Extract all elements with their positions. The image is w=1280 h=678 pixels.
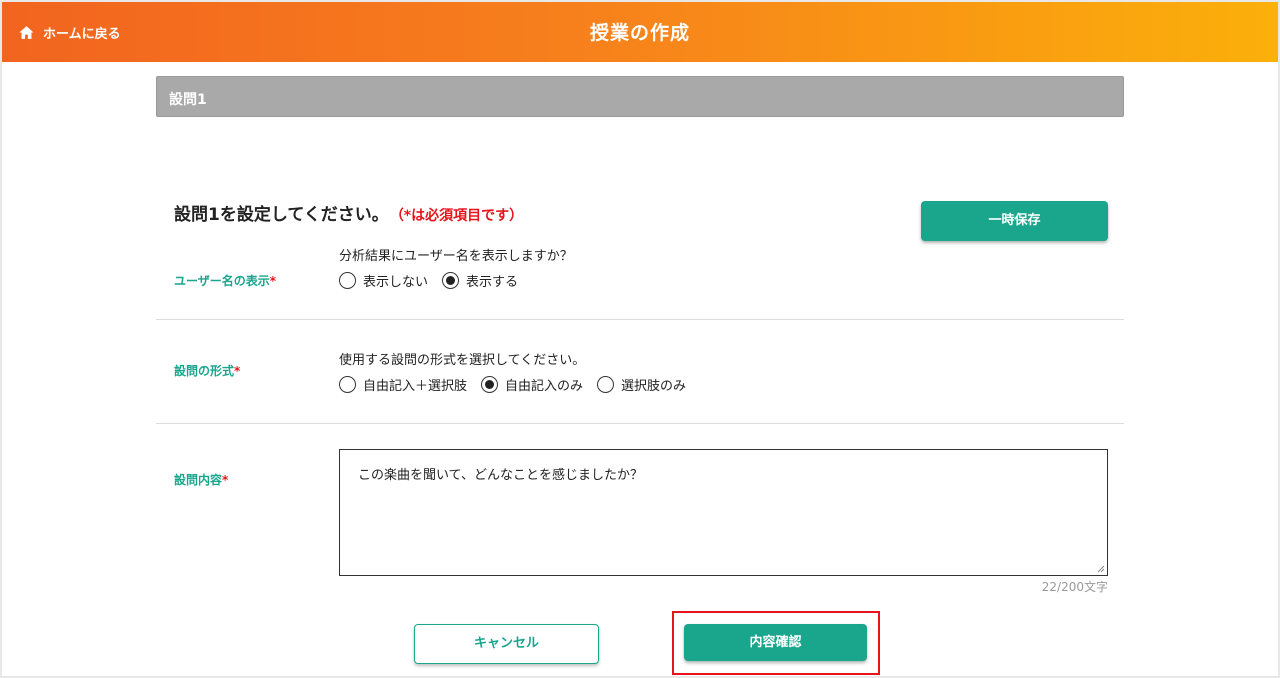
app-frame: ホームに戻る 授業の作成 設問1 設問1を設定してください。 （*は必須項目です）…: [2, 2, 1278, 676]
header-bar: ホームに戻る 授業の作成: [2, 2, 1278, 62]
question-format-question: 使用する設問の形式を選択してください。: [339, 353, 586, 368]
radio-circle-selected[interactable]: [442, 272, 460, 289]
required-asterisk: *: [234, 364, 241, 378]
required-note: （*は必須項目です）: [396, 208, 524, 224]
radio-circle[interactable]: [597, 376, 615, 393]
radio-label: 選択肢のみ: [621, 379, 687, 394]
question-content-label: 設問内容*: [174, 471, 228, 488]
page-title: 授業の作成: [589, 22, 690, 44]
question-format-radio-group: 自由記入＋選択肢 自由記入のみ 選択肢のみ: [339, 375, 700, 394]
save-draft-button[interactable]: 一時保存: [921, 201, 1108, 241]
question-format-label: 設問の形式*: [174, 362, 240, 379]
cancel-button[interactable]: キャンセル: [414, 624, 599, 664]
radio-hide-username[interactable]: 表示しない: [339, 271, 428, 290]
confirm-content-button[interactable]: 内容確認: [684, 624, 867, 661]
username-display-label-text: ユーザー名の表示: [174, 274, 270, 288]
divider: [156, 319, 1124, 320]
resize-handle-icon[interactable]: [1097, 565, 1105, 573]
radio-dot: [485, 380, 495, 389]
username-display-label: ユーザー名の表示*: [174, 272, 276, 289]
required-asterisk: *: [222, 473, 229, 487]
question-content-textarea[interactable]: この楽曲を聞いて、どんなことを感じましたか？: [339, 449, 1108, 576]
required-asterisk: *: [269, 274, 277, 288]
radio-circle-selected[interactable]: [481, 376, 499, 393]
character-counter: 22/200文字: [1041, 580, 1108, 594]
question-content-value: この楽曲を聞いて、どんなことを感じましたか？: [358, 468, 643, 483]
radio-show-username[interactable]: 表示する: [442, 271, 518, 290]
radio-label: 自由記入のみ: [505, 379, 584, 394]
username-display-question: 分析結果にユーザー名を表示しますか？: [339, 249, 573, 264]
instruction-text: 設問1を設定してください。 （*は必須項目です）: [174, 200, 523, 225]
radio-free-and-choice[interactable]: 自由記入＋選択肢: [339, 375, 467, 394]
instruction-main: 設問1を設定してください。: [174, 205, 389, 225]
question-format-label-text: 設問の形式: [174, 364, 235, 378]
radio-free-only[interactable]: 自由記入のみ: [481, 375, 583, 394]
username-display-radio-group: 表示しない 表示する: [339, 271, 532, 290]
radio-label: 表示する: [466, 275, 519, 290]
radio-label: 表示しない: [363, 275, 429, 290]
question-content-label-text: 設問内容: [174, 473, 223, 487]
radio-dot: [446, 276, 456, 285]
radio-circle[interactable]: [339, 272, 356, 289]
radio-choice-only[interactable]: 選択肢のみ: [597, 375, 686, 394]
radio-label: 自由記入＋選択肢: [363, 379, 468, 394]
divider: [156, 423, 1124, 424]
radio-circle[interactable]: [339, 376, 356, 393]
section-header: 設問1: [156, 76, 1124, 117]
